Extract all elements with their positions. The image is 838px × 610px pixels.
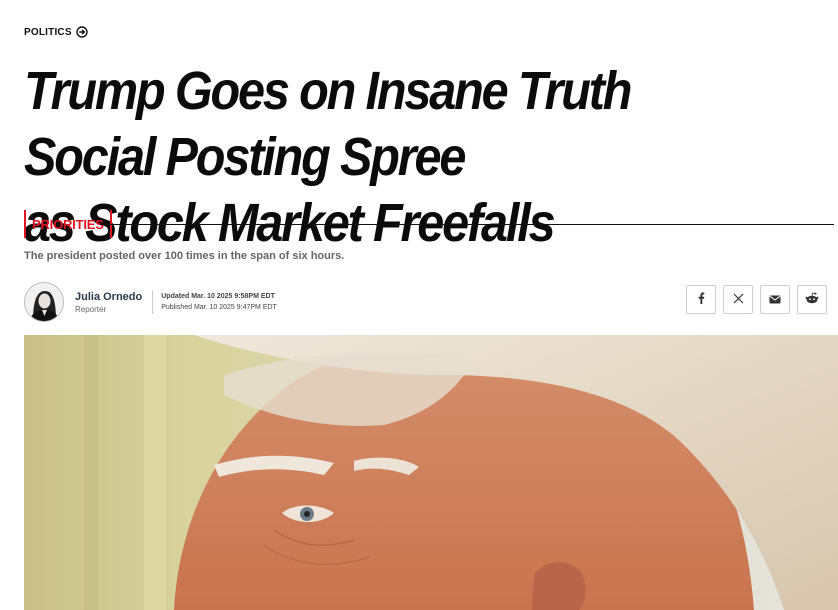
- author-avatar[interactable]: [24, 282, 64, 322]
- tag-row: PRIORITIES: [24, 208, 838, 242]
- author-name[interactable]: Julia Ornedo: [75, 291, 142, 303]
- reddit-icon: [805, 291, 819, 309]
- author-role: Reporter: [75, 304, 107, 314]
- x-icon: [733, 291, 744, 309]
- timestamps: Updated Mar. 10 2025 9:58PM EDT Publishe…: [161, 291, 277, 313]
- byline: Julia Ornedo Reporter Updated Mar. 10 20…: [24, 282, 277, 322]
- facebook-icon: [696, 291, 706, 309]
- arrow-circle-right-icon: [76, 26, 88, 38]
- priorities-tag[interactable]: PRIORITIES: [24, 210, 112, 238]
- headline-line-1: Trump Goes on Insane Truth Social Postin…: [24, 61, 632, 187]
- share-email-button[interactable]: [760, 285, 790, 314]
- section-link[interactable]: POLITICS: [24, 26, 88, 38]
- article-dek: The president posted over 100 times in t…: [24, 250, 345, 262]
- share-facebook-button[interactable]: [686, 285, 716, 314]
- author-info: Julia Ornedo Reporter: [75, 291, 142, 314]
- mail-icon: [769, 291, 781, 309]
- share-reddit-button[interactable]: [797, 285, 827, 314]
- byline-divider: [152, 290, 154, 314]
- published-timestamp: Published Mar. 10 2025 9:47PM EDT: [161, 304, 277, 311]
- updated-timestamp: Updated Mar. 10 2025 9:58PM EDT: [161, 293, 275, 300]
- hero-image[interactable]: [24, 335, 838, 610]
- section-label: POLITICS: [24, 26, 72, 38]
- share-x-button[interactable]: [723, 285, 753, 314]
- share-bar: [686, 285, 827, 314]
- divider-rule: [100, 224, 834, 225]
